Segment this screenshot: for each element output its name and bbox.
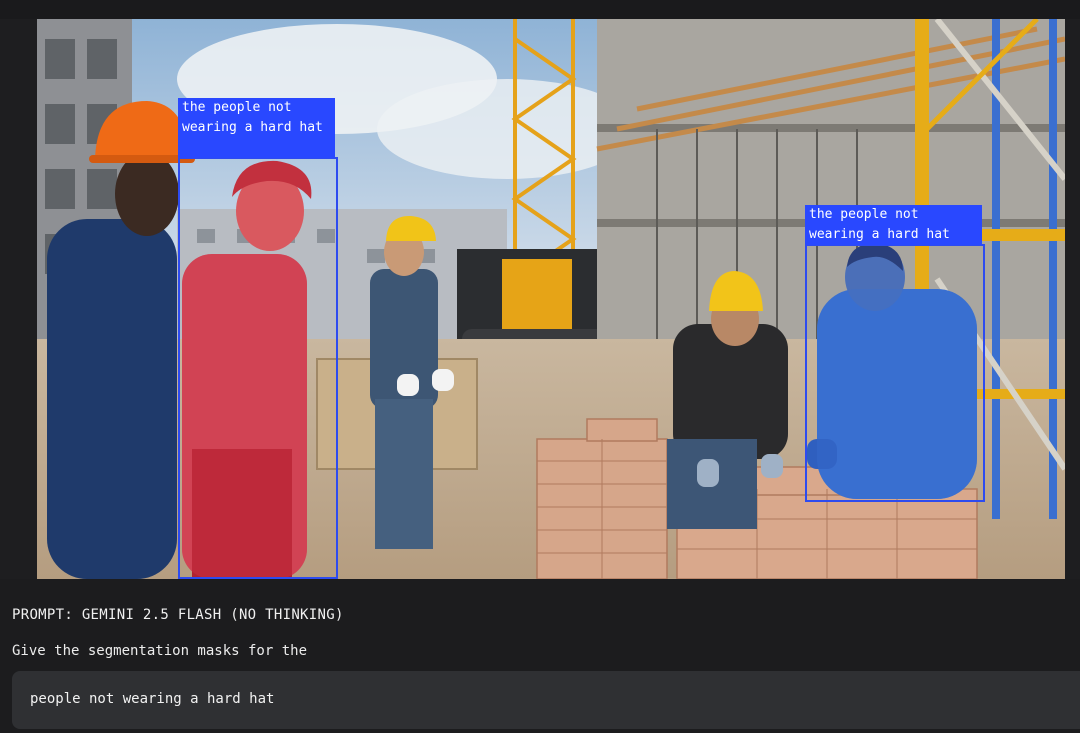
- bounding-box-label-1: the people not wearing a hard hat: [178, 98, 335, 158]
- bounding-box-1: [178, 157, 338, 579]
- prompt-instruction: Give the segmentation masks for the: [12, 643, 308, 659]
- prompt-query-box[interactable]: people not wearing a hard hat: [12, 671, 1080, 729]
- prompt-title: PROMPT: GEMINI 2.5 FLASH (NO THINKING): [12, 607, 344, 623]
- construction-site-photo: the people not wearing a hard hat the pe…: [37, 19, 1065, 579]
- prompt-panel: PROMPT: GEMINI 2.5 FLASH (NO THINKING) G…: [0, 579, 1080, 733]
- prompt-query-text: people not wearing a hard hat: [30, 691, 275, 707]
- top-strip: [0, 0, 1080, 19]
- left-gutter: [0, 19, 37, 579]
- right-gutter: [1065, 19, 1080, 579]
- bounding-box-2: [805, 244, 985, 502]
- bounding-box-label-2: the people not wearing a hard hat: [805, 205, 982, 245]
